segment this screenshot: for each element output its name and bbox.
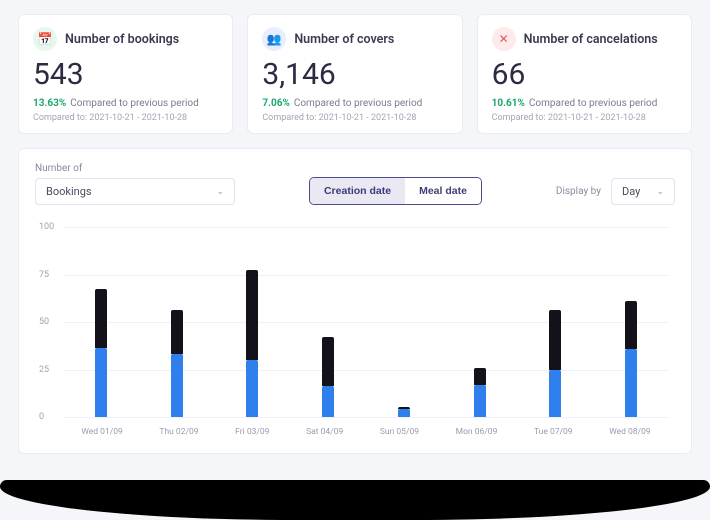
bar-segment-current xyxy=(246,360,258,417)
bar-segment-current xyxy=(95,348,107,417)
x-tick: Thu 02/09 xyxy=(159,427,198,437)
bar xyxy=(246,250,258,417)
bar xyxy=(549,275,561,418)
users-icon: 👥 xyxy=(262,27,286,51)
date-mode-segment: Creation date Meal date xyxy=(309,177,482,205)
card-title: Number of cancelations xyxy=(524,32,658,47)
x-tick: Mon 06/09 xyxy=(456,427,498,437)
calendar-icon: 📅 xyxy=(33,27,57,51)
bar-segment-previous xyxy=(549,310,561,370)
seg-meal-date[interactable]: Meal date xyxy=(405,178,481,204)
card-range: Compared to: 2021-10-21 - 2021-10-28 xyxy=(262,113,447,123)
x-tick: Wed 08/09 xyxy=(609,427,650,437)
bar-segment-current xyxy=(625,349,637,417)
bar-segment-previous xyxy=(625,301,637,348)
seg-creation-date[interactable]: Creation date xyxy=(310,178,405,204)
chevron-down-icon: ⌄ xyxy=(216,187,224,197)
chart-panel: Number of Bookings ⌄ Creation date Meal … xyxy=(18,148,692,454)
bar-segment-previous xyxy=(171,310,183,354)
bar xyxy=(398,373,410,417)
x-icon: ✕ xyxy=(492,27,516,51)
stat-card: ✕ Number of cancelations 66 10.61%Compar… xyxy=(477,14,692,134)
bar xyxy=(625,269,637,417)
x-tick: Wed 01/09 xyxy=(81,427,122,437)
bar-segment-current xyxy=(474,385,486,417)
y-tick: 100 xyxy=(39,222,54,232)
card-range: Compared to: 2021-10-21 - 2021-10-28 xyxy=(33,113,218,123)
card-value: 66 xyxy=(492,57,677,92)
card-compare: 13.63%Compared to previous period xyxy=(33,98,218,109)
bar-segment-current xyxy=(398,409,410,417)
bar-segment-previous xyxy=(95,289,107,348)
stat-card: 📅 Number of bookings 543 13.63%Compared … xyxy=(18,14,233,134)
card-title: Number of covers xyxy=(294,32,394,47)
bar-segment-previous xyxy=(474,368,486,385)
bar xyxy=(322,294,334,418)
display-by-select[interactable]: Day ⌄ xyxy=(611,178,675,205)
bar-segment-current xyxy=(549,370,561,417)
card-value: 543 xyxy=(33,57,218,92)
y-tick: 50 xyxy=(39,317,49,327)
y-tick: 0 xyxy=(39,412,44,422)
card-value: 3,146 xyxy=(262,57,447,92)
decorative-shadow xyxy=(0,480,710,520)
bar-segment-previous xyxy=(246,270,258,360)
x-tick: Sat 04/09 xyxy=(306,427,343,437)
y-tick: 25 xyxy=(39,365,49,375)
bar-segment-previous xyxy=(322,337,334,386)
chevron-down-icon: ⌄ xyxy=(656,187,664,197)
card-range: Compared to: 2021-10-21 - 2021-10-28 xyxy=(492,113,677,123)
card-title: Number of bookings xyxy=(65,32,179,47)
y-tick: 75 xyxy=(39,270,49,280)
card-compare: 10.61%Compared to previous period xyxy=(492,98,677,109)
number-of-select[interactable]: Bookings ⌄ xyxy=(35,178,235,205)
card-compare: 7.06%Compared to previous period xyxy=(262,98,447,109)
x-tick: Sun 05/09 xyxy=(380,427,419,437)
number-of-label: Number of xyxy=(35,163,235,174)
bar-segment-current xyxy=(322,386,334,417)
number-of-value: Bookings xyxy=(46,185,92,198)
bar-segment-current xyxy=(171,354,183,417)
display-by-label: Display by xyxy=(556,186,601,197)
bar xyxy=(171,275,183,418)
x-tick: Tue 07/09 xyxy=(534,427,573,437)
display-by-value: Day xyxy=(622,185,640,198)
bar xyxy=(95,261,107,417)
bar xyxy=(474,320,486,417)
chart-plot: 0255075100 Wed 01/09Thu 02/09Fri 03/09Sa… xyxy=(63,227,669,437)
stat-card: 👥 Number of covers 3,146 7.06%Compared t… xyxy=(247,14,462,134)
x-tick: Fri 03/09 xyxy=(235,427,269,437)
